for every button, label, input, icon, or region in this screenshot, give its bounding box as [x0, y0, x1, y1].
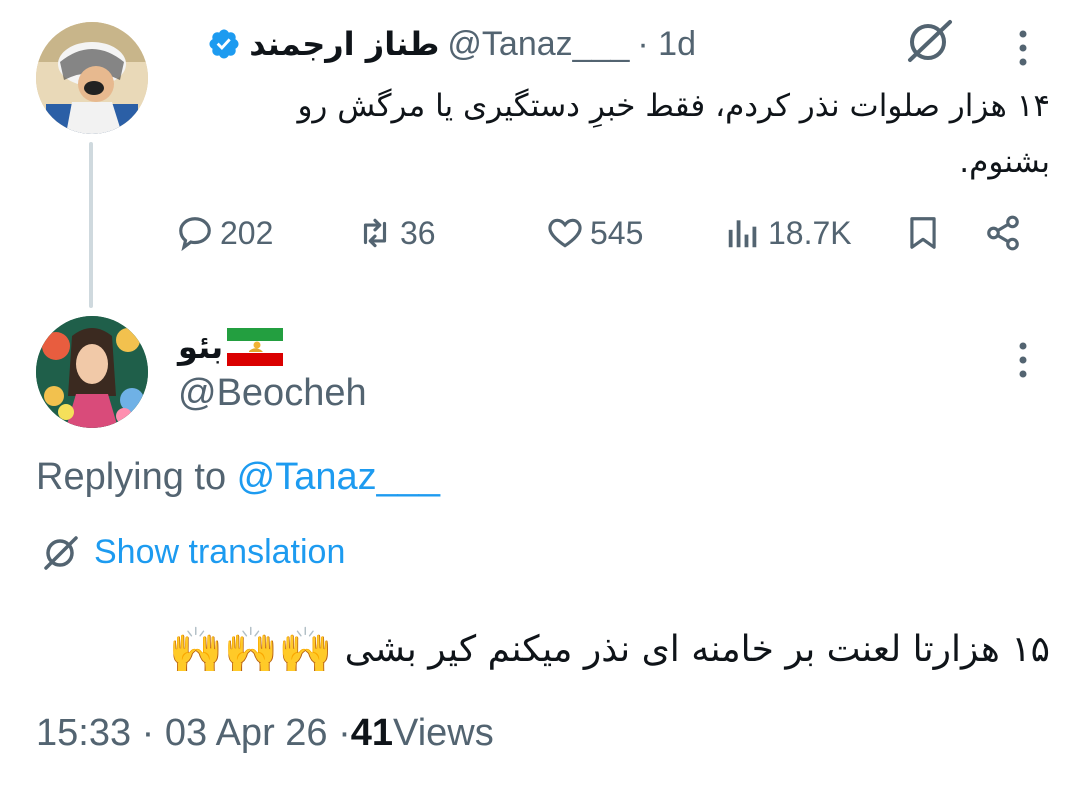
reply-handle[interactable]: @Beocheh: [178, 372, 367, 415]
parent-tweet-text-line2: بشنوم.: [959, 144, 1050, 180]
views-icon: [728, 220, 757, 248]
show-translation-button[interactable]: Show translation: [40, 526, 345, 578]
repost-icon: [363, 218, 387, 248]
like-icon: [548, 218, 582, 248]
reply-name-row: بئو: [178, 322, 284, 372]
reply-avatar-image: [36, 316, 148, 428]
grok-icon[interactable]: [902, 16, 958, 66]
parent-tweet-header: · 1d @Tanaz___ طناز ارجمند: [176, 22, 696, 66]
translate-icon: [44, 536, 78, 570]
replying-to-mention[interactable]: @Tanaz___: [237, 456, 440, 498]
repost-count: 36: [400, 214, 436, 251]
show-translation-label: Show translation: [94, 532, 346, 571]
views-count: 18.7K: [768, 214, 852, 251]
reply-views-count: 41: [350, 712, 394, 754]
raised-hands-emoji: 🙌🙌🙌: [168, 625, 334, 676]
parent-avatar-image: [36, 22, 148, 134]
parent-avatar[interactable]: [36, 22, 148, 134]
iran-lion-sun-flag-icon: [227, 328, 284, 366]
parent-tweet-text-line1: ۱۴ هزار صلوات نذر کردم، فقط خبرِ دستگیری…: [297, 88, 1050, 124]
replying-to-prefix: Replying to: [36, 456, 237, 498]
views-button[interactable]: 18.7K: [724, 205, 852, 261]
share-icon: [987, 215, 1019, 251]
like-count: 545: [590, 214, 644, 251]
share-button[interactable]: [984, 205, 1022, 261]
reply-display-name[interactable]: بئو: [178, 328, 223, 366]
bookmark-icon: [910, 217, 936, 249]
reply-tweet-body: ۱۵ هزارتا لعنت بر خامنه ای نذر میکنم کیر…: [344, 629, 1050, 670]
more-icon[interactable]: [1008, 338, 1038, 382]
replying-to: Replying to @Tanaz___: [36, 456, 440, 499]
reply-tweet-text: ۱۵ هزارتا لعنت بر خامنه ای نذر میکنم کیر…: [60, 610, 1050, 690]
bookmark-button[interactable]: [904, 205, 942, 261]
reply-count: 202: [220, 214, 274, 251]
thread-connector-line: [89, 142, 93, 308]
repost-button[interactable]: 36: [356, 205, 436, 261]
parent-tweet-actions: 202 36 545 18.7K: [176, 205, 1046, 261]
reply-icon: [179, 217, 211, 252]
reply-tweet-timestamp[interactable]: 15:33 · 03 Apr 26 ·: [36, 712, 351, 755]
parent-tweet-display-name[interactable]: طناز ارجمند: [249, 25, 439, 63]
parent-tweet-time[interactable]: · 1d: [637, 25, 696, 64]
parent-tweet-text: ۱۴ هزار صلوات نذر کردم، فقط خبرِ دستگیری…: [200, 78, 1050, 190]
reply-button[interactable]: 202: [176, 205, 273, 261]
like-button[interactable]: 545: [546, 205, 643, 261]
reply-avatar[interactable]: [36, 316, 148, 428]
verified-badge-icon[interactable]: [207, 27, 241, 61]
reply-views-label: Views: [393, 712, 494, 754]
parent-tweet-handle[interactable]: @Tanaz___: [447, 25, 629, 64]
more-icon[interactable]: [1008, 26, 1038, 70]
reply-tweet-meta: 15:33 · 03 Apr 26 · 41 Views: [36, 712, 494, 755]
